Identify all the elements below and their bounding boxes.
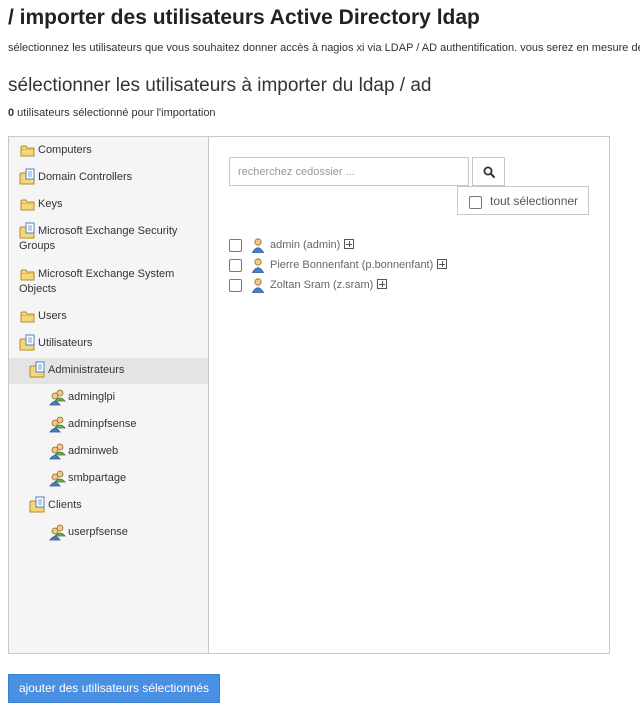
tree-node-label: adminglpi [68,391,116,403]
section-title: sélectionner les utilisateurs à importer… [8,75,432,96]
folder-document-icon [29,361,45,378]
user-name: admin (admin) [270,239,355,251]
expand-icon[interactable] [344,239,355,250]
selected-count-suffix: utilisateurs sélectionné pour l'importat… [14,107,216,119]
folder-icon [20,269,35,281]
user-group-icon [49,443,66,460]
add-selected-users-button[interactable]: ajouter des utilisateurs sélectionnés [8,674,220,703]
user-icon [251,278,265,293]
expand-icon[interactable] [377,279,388,290]
search-input[interactable] [229,157,469,186]
ldap-tree: Computers Domain Controllers Keys Micros… [9,137,209,653]
tree-node-label: Keys [38,198,63,210]
user-group-icon [49,416,66,433]
tree-node-keys[interactable]: Keys [9,197,208,212]
folder-document-icon [19,334,35,351]
tree-node-label: adminweb [68,445,119,457]
folder-document-icon [29,496,45,513]
tree-node-adminpfsense[interactable]: adminpfsense [9,416,208,433]
ldap-browser-panel: Computers Domain Controllers Keys Micros… [8,136,610,654]
tree-node-label: Microsoft Exchange Security Groups [19,225,178,252]
tree-node-label: Administrateurs [48,364,125,376]
tree-node-domain-controllers[interactable]: Domain Controllers [9,168,208,185]
folder-icon [20,145,35,157]
user-row: Pierre Bonnenfant (p.bonnenfant) [229,257,489,275]
user-row: admin (admin) [229,237,489,255]
user-icon [251,258,265,273]
tree-node-label: Utilisateurs [38,337,93,349]
folder-icon [20,199,35,211]
user-name: Pierre Bonnenfant (p.bonnenfant) [270,259,448,271]
select-all-label: tout sélectionner [490,194,579,208]
tree-node-adminweb[interactable]: adminweb [9,443,208,460]
tree-node-computers[interactable]: Computers [9,143,208,158]
folder-icon [20,311,35,323]
tree-node-administrateurs[interactable]: Administrateurs [9,358,208,384]
tree-node-userpfsense[interactable]: userpfsense [9,524,208,541]
user-label: Zoltan Sram (z.sram) [270,279,374,291]
page-title: / importer des utilisateurs Active Direc… [8,6,480,29]
folder-document-icon [19,222,35,239]
user-icon [251,238,265,253]
selection-count: 0 utilisateurs sélectionné pour l'import… [8,107,216,119]
tree-node-label: Computers [38,144,92,156]
tree-node-label: Domain Controllers [38,171,133,183]
tree-node-label: Users [38,310,67,322]
expand-icon[interactable] [437,259,448,270]
tree-node-label: userpfsense [68,526,128,538]
search-icon [483,166,495,178]
user-checkbox[interactable] [229,279,242,292]
tree-node-clients[interactable]: Clients [9,496,208,513]
tree-node-label: Microsoft Exchange System Objects [19,268,175,295]
user-group-icon [49,470,66,487]
user-label: admin (admin) [270,239,341,251]
tree-node-ms-exchange-security-groups[interactable]: Microsoft Exchange Security Groups [9,222,208,254]
tree-node-users[interactable]: Users [9,309,208,324]
select-all-button[interactable]: tout sélectionner [457,186,589,215]
tree-node-label: adminpfsense [68,418,137,430]
user-list-pane: tout sélectionner admin (admin) Pierre B… [209,137,609,653]
user-checkbox[interactable] [229,239,242,252]
user-name: Zoltan Sram (z.sram) [270,279,388,291]
tree-node-smbpartage[interactable]: smbpartage [9,470,208,487]
user-row: Zoltan Sram (z.sram) [229,277,489,295]
search-button[interactable] [472,157,505,186]
tree-node-ms-exchange-system-objects[interactable]: Microsoft Exchange System Objects [9,267,208,297]
page-description: sélectionnez les utilisateurs que vous s… [8,42,640,54]
select-all-checkbox[interactable] [469,196,482,209]
user-group-icon [49,524,66,541]
user-label: Pierre Bonnenfant (p.bonnenfant) [270,259,434,271]
folder-document-icon [19,168,35,185]
user-group-icon [49,389,66,406]
tree-node-adminglpi[interactable]: adminglpi [9,389,208,406]
tree-node-label: Clients [48,499,82,511]
tree-node-label: smbpartage [68,472,127,484]
user-checkbox[interactable] [229,259,242,272]
tree-node-utilisateurs[interactable]: Utilisateurs [9,334,208,351]
